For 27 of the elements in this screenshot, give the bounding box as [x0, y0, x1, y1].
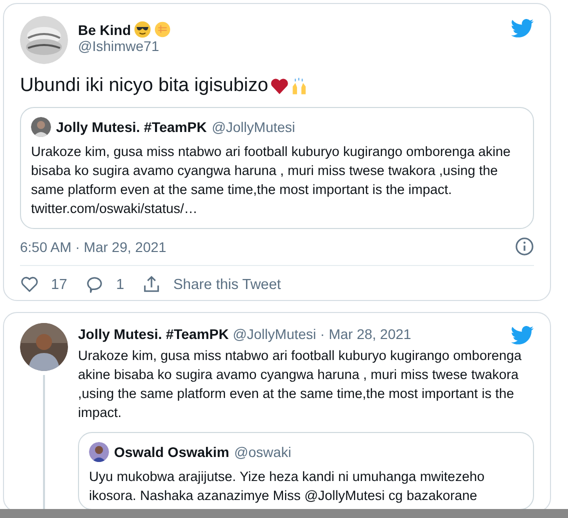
- like-button[interactable]: 17: [20, 275, 68, 294]
- quoted-author-name: Oswald Oswakim: [114, 444, 230, 460]
- timestamp[interactable]: 6:50 AM · Mar 29, 2021: [20, 238, 166, 254]
- info-icon[interactable]: [515, 237, 534, 256]
- scrollbar[interactable]: [0, 509, 568, 518]
- sunglasses-face-icon: [134, 21, 151, 38]
- quoted-tweet-text: Urakoze kim, gusa miss ntabwo ari football kuburyo kugirango omborenga akine bisaba ko sugira avamo cyangwa haruna , muri miss twese twakora ,using the same platform even at the same time,the most important is the impact. twitter.com/oswaki/status/…: [31, 143, 512, 218]
- heart-icon: [270, 76, 290, 96]
- heart-icon: [20, 275, 39, 294]
- bird-icon[interactable]: [511, 19, 534, 38]
- author-handle[interactable]: @JollyMutesi: [232, 326, 316, 342]
- author-name[interactable]: Be Kind: [78, 22, 131, 38]
- tweet-text: Ubundi iki nicyo bita igisubizo: [20, 75, 268, 97]
- share-button[interactable]: Share this Tweet: [142, 275, 281, 294]
- author-handle[interactable]: @Ishimwe71: [78, 38, 501, 54]
- tweet-date[interactable]: · Mar 28, 2021: [320, 326, 412, 342]
- share-icon: [142, 275, 162, 294]
- reply-button[interactable]: 1: [85, 275, 124, 294]
- quoted-tweet[interactable]: [20, 107, 534, 229]
- author-name[interactable]: Jolly Mutesi. #TeamPK: [78, 326, 229, 342]
- quoted-tweet-text: Uyu mukobwa arajijutse. Yize heza kandi ni umuhanga mwitezeho ikosora. Nashaka azanazimye Miss @JollyMutesi cg bazakorane: [89, 468, 486, 505]
- quoted-author-name: Jolly Mutesi. #TeamPK: [56, 119, 207, 135]
- bird-icon[interactable]: [511, 326, 534, 345]
- speech-bubble-icon: [85, 275, 104, 294]
- quoted-author-handle: @JollyMutesi: [212, 119, 296, 135]
- quoted-author-handle: @oswaki: [234, 444, 292, 460]
- tweet-text: Urakoze kim, gusa miss ntabwo ari football kuburyo kugirango omborenga akine bisaba ko sugira avamo cyangwa haruna , muri miss twese twakora ,using the same platform even at the same time,the most important is the impact.: [78, 347, 522, 422]
